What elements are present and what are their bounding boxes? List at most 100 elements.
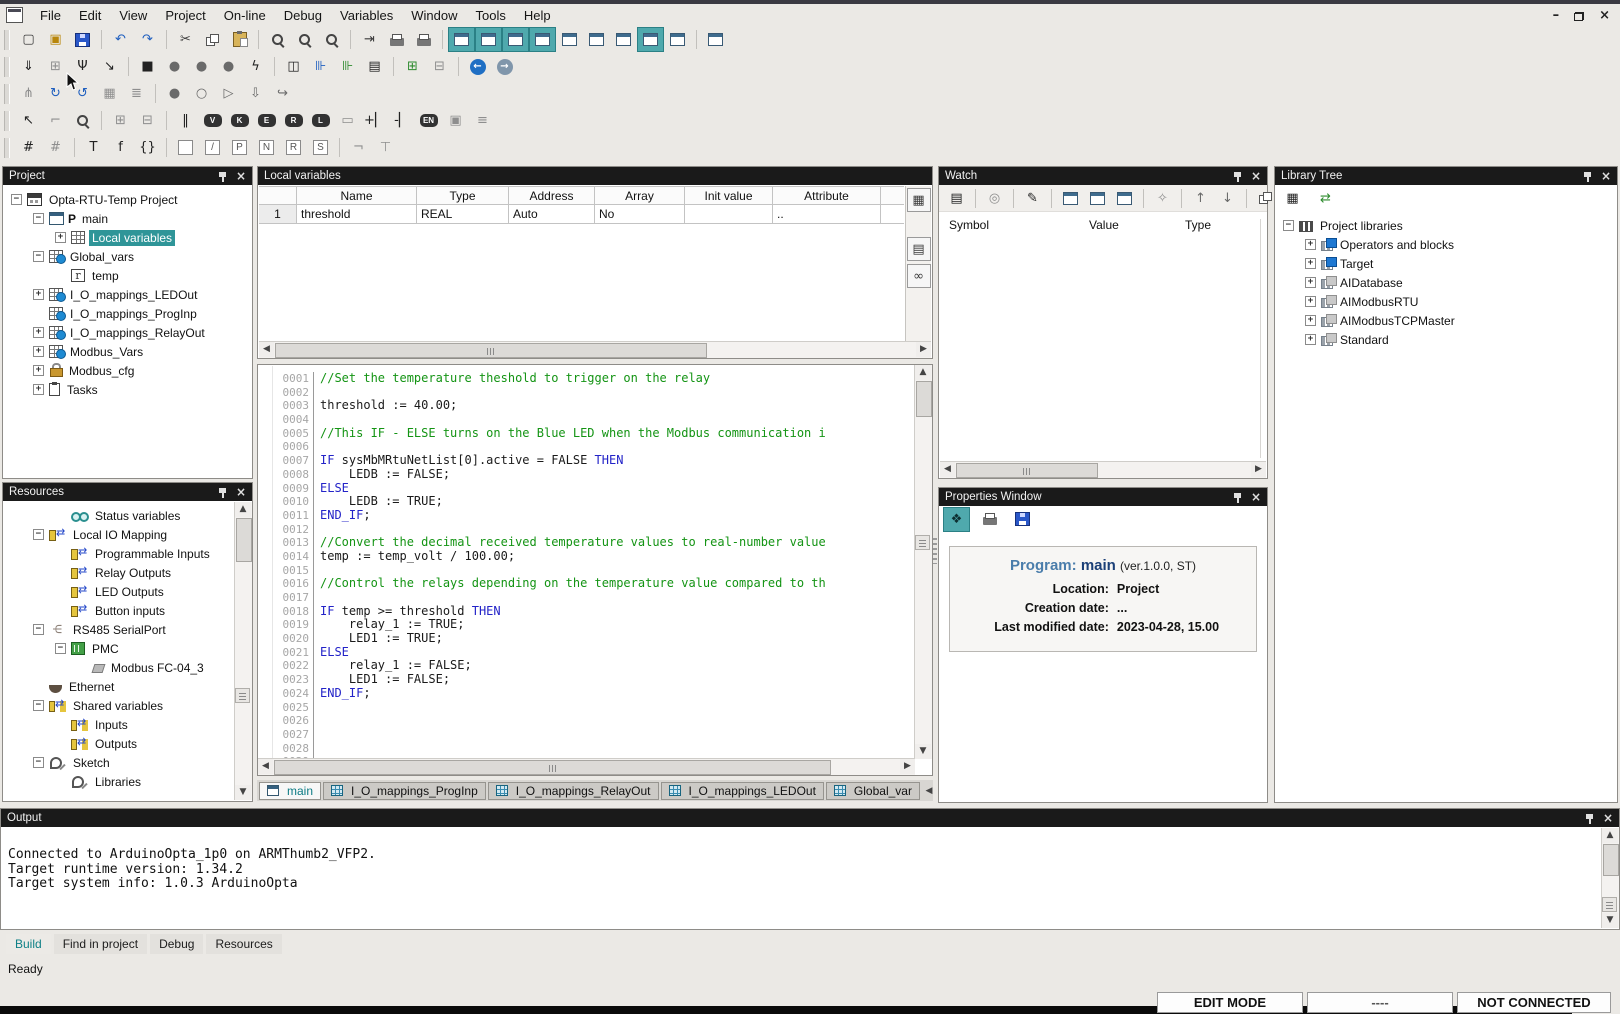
pin-icon[interactable] <box>218 487 227 498</box>
run-button[interactable]: ϟ <box>242 54 269 79</box>
scroll-right-icon[interactable]: ▶ <box>900 759 915 774</box>
menu-variables[interactable]: Variables <box>331 5 402 26</box>
close-button[interactable]: × <box>1599 9 1610 23</box>
toolbar-grip[interactable] <box>4 84 10 104</box>
insert-contact-button[interactable]: ‖ <box>172 108 199 133</box>
cell-array[interactable]: No <box>595 205 685 224</box>
find-button[interactable] <box>264 27 291 52</box>
select-tool-button[interactable]: ↖ <box>15 108 42 133</box>
variables-hscrollbar[interactable]: ◀ ▶ <box>259 341 931 358</box>
hot-restart-button[interactable]: ● <box>215 54 242 79</box>
output-tab-resources[interactable]: Resources <box>206 934 281 954</box>
expand-icon[interactable]: + <box>1305 258 1316 269</box>
connection-tool-button[interactable]: ⌐ <box>42 108 69 133</box>
coil-r-button[interactable]: R <box>280 108 307 133</box>
toolbar-grip[interactable] <box>4 57 10 77</box>
scroll-up-icon[interactable]: ▲ <box>235 502 251 517</box>
close-icon[interactable]: × <box>236 170 246 182</box>
menu-help[interactable]: Help <box>515 5 560 26</box>
watch-new-window-button[interactable] <box>1111 186 1138 211</box>
variables-form-view-button[interactable]: ▤ <box>907 237 931 261</box>
tree-item-operators-and-blocks[interactable]: +Operators and blocks <box>1275 235 1617 254</box>
graphic-trigger-button[interactable]: ⊪ <box>334 54 361 79</box>
output-vscrollbar[interactable]: ▲ ▼ <box>1601 828 1619 928</box>
watch-clear-button[interactable]: ✧ <box>1149 186 1176 211</box>
code-line[interactable]: 0023 LED1 := FALSE; <box>273 673 915 687</box>
code-line[interactable]: 0015 <box>273 564 915 578</box>
coil-k-button[interactable]: K <box>226 108 253 133</box>
scroll-thumb[interactable] <box>275 343 707 358</box>
scroll-right-icon[interactable]: ▶ <box>916 342 931 357</box>
expand-icon[interactable]: + <box>55 232 66 243</box>
column-type[interactable]: Type <box>417 186 509 205</box>
code-line[interactable]: 0010 LEDB := TRUE; <box>273 495 915 509</box>
tree-item-shared-variables[interactable]: −Shared variables <box>3 696 235 715</box>
step-in-button[interactable]: ⇩ <box>242 81 269 106</box>
editor-tab-i-o-mappings-relayout[interactable]: I_O_mappings_RelayOut <box>488 782 659 800</box>
tree-item-pmc[interactable]: −PMC <box>3 639 235 658</box>
watch-protection-button[interactable]: ◎ <box>981 186 1008 211</box>
expand-icon[interactable]: + <box>1305 296 1316 307</box>
close-icon[interactable]: × <box>236 486 246 498</box>
menu-project[interactable]: Project <box>156 5 214 26</box>
code-line[interactable]: 0007IF sysMbMRtuNetList[0].active = FALS… <box>273 454 915 468</box>
editor-tab-i-o-mappings-ledout[interactable]: I_O_mappings_LEDOut <box>661 782 824 800</box>
scroll-thumb[interactable] <box>236 518 252 562</box>
breakpoint-margin[interactable] <box>259 366 273 759</box>
object-properties-button[interactable]: ≡ <box>469 108 496 133</box>
code-line[interactable]: 0020 LED1 := TRUE; <box>273 632 915 646</box>
close-icon[interactable]: × <box>1603 812 1613 824</box>
expand-pins-button[interactable]: +▏ <box>361 108 388 133</box>
zoom-in-button[interactable]: ⊞ <box>107 108 134 133</box>
expand-icon[interactable]: + <box>1305 277 1316 288</box>
coil-l-button[interactable]: L <box>307 108 334 133</box>
print-preview-button[interactable] <box>410 27 437 52</box>
tree-item-sketch[interactable]: −Sketch <box>3 753 235 772</box>
collapse-pins-button[interactable]: -▏ <box>388 108 415 133</box>
scroll-left-icon[interactable]: ◀ <box>258 759 273 774</box>
zoom-tool-button[interactable] <box>69 108 96 133</box>
editor-tab-i-o-mappings-proginp[interactable]: I_O_mappings_ProgInp <box>323 782 486 800</box>
expand-icon[interactable]: + <box>33 289 44 300</box>
output-tab-build[interactable]: Build <box>6 934 51 954</box>
tree-item-programmable-inputs[interactable]: Programmable Inputs <box>3 544 235 563</box>
tree-item-status-variables[interactable]: Status variables <box>3 506 235 525</box>
new-network-button[interactable]: # <box>15 135 42 160</box>
code-line[interactable]: 0027 <box>273 728 915 742</box>
tree-item-temp[interactable]: temp <box>3 266 252 285</box>
expand-icon[interactable]: + <box>1305 315 1316 326</box>
column-init-value[interactable]: Init value <box>685 186 773 205</box>
column-address[interactable]: Address <box>509 186 595 205</box>
output-tab-find-in-project[interactable]: Find in project <box>54 934 147 954</box>
code-line[interactable]: 0011END_IF; <box>273 509 915 523</box>
scroll-thumb[interactable] <box>1603 844 1619 876</box>
live-debug-button[interactable]: ⊪ <box>307 54 334 79</box>
halt-button[interactable]: ■ <box>134 54 161 79</box>
properties-window-toggle[interactable] <box>475 27 502 52</box>
undo-button[interactable]: ↶ <box>107 27 134 52</box>
memory-layout-button[interactable]: ≣ <box>123 81 150 106</box>
variables-grid-view-button[interactable]: ▦ <box>907 188 931 212</box>
tree-item-main[interactable]: −Pmain <box>3 209 252 228</box>
tree-item-global-vars[interactable]: −Global_vars <box>3 247 252 266</box>
scroll-down-icon[interactable]: ▼ <box>235 785 251 800</box>
pin-icon[interactable] <box>1233 171 1242 182</box>
insert-comment-button[interactable]: ▭ <box>334 108 361 133</box>
menu-tools[interactable]: Tools <box>467 5 515 26</box>
tree-item-modbus-fc-04-3[interactable]: Modbus FC-04_3 <box>3 658 235 677</box>
row-number-header[interactable] <box>259 186 297 205</box>
menu-view[interactable]: View <box>110 5 156 26</box>
tree-item-project-libraries[interactable]: −Project libraries <box>1275 216 1617 235</box>
column-attribute[interactable]: Attribute <box>773 186 881 205</box>
collapse-icon[interactable]: − <box>55 643 66 654</box>
watch-move-up-button[interactable]: ↑ <box>1187 186 1214 211</box>
modifier-s-button[interactable]: S <box>307 135 334 160</box>
fullscreen-button[interactable] <box>702 27 729 52</box>
collapse-icon[interactable]: − <box>33 529 44 540</box>
tree-item-relay-outputs[interactable]: Relay Outputs <box>3 563 235 582</box>
new-project-button[interactable]: ▢ <box>15 27 42 52</box>
download-code-button[interactable]: ↘ <box>96 54 123 79</box>
toolbar-grip[interactable] <box>4 138 10 158</box>
breakpoint-button[interactable]: ○ <box>188 81 215 106</box>
output-console[interactable]: Connected to ArduinoOpta_1p0 on ARMThumb… <box>2 828 1601 928</box>
